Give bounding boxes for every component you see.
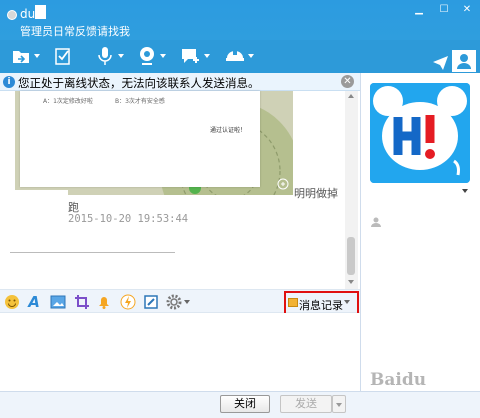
contact-avatar[interactable]	[370, 83, 470, 183]
scroll-up-icon[interactable]	[348, 94, 354, 98]
top-toolbar	[0, 40, 480, 73]
chat-bubble-icon	[182, 49, 199, 63]
send-plane-icon[interactable]	[431, 52, 451, 72]
chat-window: du 管理员日常反馈请找我 ▁ ☐ ✕ i 您正处于离线状态，无法向该联系人发送…	[0, 0, 480, 418]
avatar-image	[370, 83, 470, 183]
title-bar: du 管理员日常反馈请找我 ▁ ☐ ✕	[0, 0, 480, 40]
option-a-text: A：1次定修改好啦	[43, 98, 93, 105]
offline-notice-bar: i 您正处于离线状态，无法向该联系人发送消息。 ✕	[0, 73, 360, 91]
pass-text: 通过认证啦！	[210, 127, 247, 134]
contact-signature: 管理员日常反馈请找我	[20, 25, 130, 38]
folder-icon	[13, 51, 29, 63]
camera-icon	[140, 47, 154, 65]
file-transfer-button[interactable]	[8, 44, 40, 68]
voice-call-button[interactable]	[92, 44, 124, 68]
info-icon: i	[3, 76, 15, 88]
online-status-icon[interactable]	[7, 10, 17, 20]
user-icon	[457, 54, 471, 69]
history-caret-icon[interactable]	[344, 300, 350, 304]
emoji-icon[interactable]	[4, 294, 20, 310]
offline-notice-text: 您正处于离线状态，无法向该联系人发送消息。	[18, 76, 260, 90]
redacted-sender-block	[10, 190, 68, 206]
settings-caret-icon[interactable]	[184, 300, 190, 304]
helmet-icon	[226, 50, 244, 61]
edit-icon	[55, 48, 70, 65]
divider	[10, 252, 175, 253]
message-timestamp: 2015-10-20 19:53:44	[68, 213, 189, 225]
crop-icon[interactable]	[74, 294, 90, 310]
notice-close-icon[interactable]: ✕	[341, 75, 354, 88]
contact-name: du	[20, 7, 36, 21]
option-b-text: B：3次才有安全感	[115, 98, 165, 105]
avatar-caret-icon[interactable]	[462, 189, 468, 193]
message-text: 明明做掉	[294, 187, 338, 200]
message-history-label: 消息记录	[299, 299, 343, 312]
settings-icon[interactable]	[166, 294, 182, 310]
quiz-card	[20, 91, 260, 187]
profile-tab[interactable]	[452, 50, 476, 72]
bell-icon[interactable]	[96, 294, 112, 310]
send-caret-icon	[336, 403, 342, 407]
watermark: Baidu	[370, 370, 427, 390]
redacted-name-block	[35, 5, 46, 19]
send-button[interactable]: 发送	[280, 395, 332, 413]
remote-assist-button[interactable]	[222, 44, 254, 68]
lightning-icon[interactable]	[120, 294, 136, 310]
scroll-down-icon[interactable]	[348, 280, 354, 284]
note-icon[interactable]	[143, 294, 159, 310]
close-button[interactable]: 关闭	[220, 395, 270, 413]
minimize-icon[interactable]: ▁	[410, 4, 428, 16]
maximize-icon[interactable]: ☐	[435, 4, 453, 16]
font-icon[interactable]: A	[26, 293, 42, 311]
contact-person-icon	[371, 217, 381, 227]
scrollbar-thumb[interactable]	[347, 237, 355, 275]
close-icon[interactable]: ✕	[458, 4, 476, 16]
edit-button[interactable]	[50, 44, 76, 68]
chat-plus-button[interactable]	[178, 44, 210, 68]
microphone-icon	[98, 47, 112, 65]
image-icon[interactable]	[50, 294, 66, 310]
video-call-button[interactable]	[134, 44, 166, 68]
message-input[interactable]	[0, 313, 360, 391]
history-icon	[288, 298, 298, 307]
send-options-button[interactable]	[332, 395, 346, 413]
